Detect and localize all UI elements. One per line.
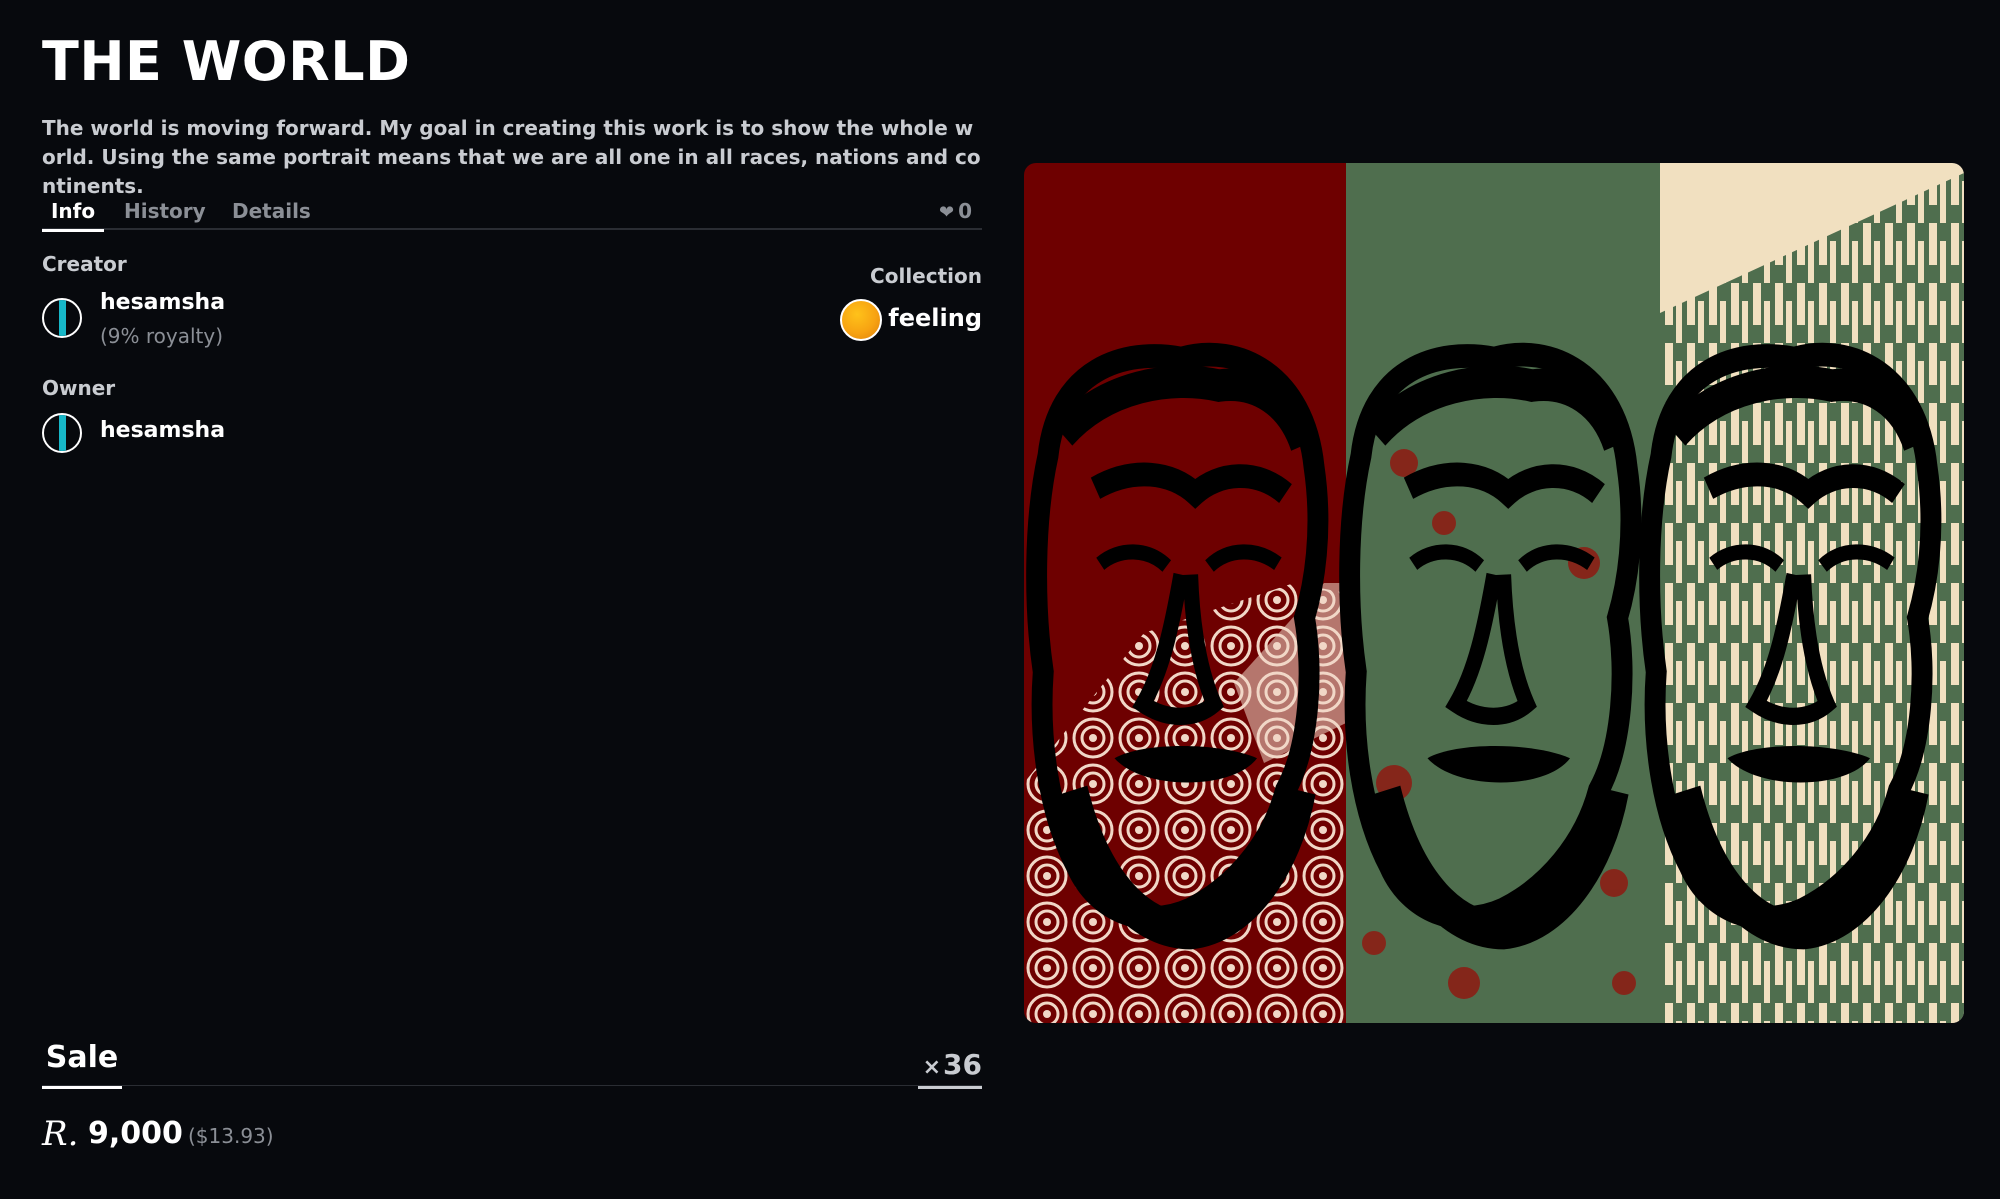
- tab-info[interactable]: Info: [42, 194, 104, 232]
- price-value: 9,000: [88, 1116, 183, 1151]
- collection-label: Collection: [870, 264, 982, 288]
- like-count: 0: [958, 199, 972, 223]
- heart-icon: ❤: [938, 202, 955, 223]
- like-button[interactable]: ❤ 0: [939, 194, 972, 230]
- tab-history[interactable]: History: [124, 194, 206, 228]
- collection-name[interactable]: feeling: [888, 304, 982, 332]
- description: The world is moving forward. My goal in …: [42, 116, 981, 198]
- creator-name[interactable]: hesamsha: [100, 290, 225, 315]
- creator-avatar[interactable]: [42, 298, 82, 338]
- artwork-image[interactable]: [1024, 163, 1964, 1023]
- multiply-icon: ×: [922, 1055, 942, 1080]
- quantity-value: 36: [943, 1048, 982, 1081]
- tab-sale[interactable]: Sale: [42, 1040, 122, 1089]
- sale-divider: [42, 1085, 982, 1086]
- rial-icon: R.: [42, 1114, 79, 1154]
- creator-label: Creator: [42, 252, 127, 276]
- tab-details[interactable]: Details: [232, 194, 311, 228]
- artwork-portraits: [1024, 163, 1964, 1023]
- tab-bar: Info History Details ❤ 0: [42, 194, 982, 232]
- owner-avatar[interactable]: [42, 413, 82, 453]
- quantity-badge: ×36: [918, 1048, 982, 1089]
- collection-avatar[interactable]: [840, 299, 882, 341]
- page-title: THE WORLD: [42, 30, 411, 93]
- owner-label: Owner: [42, 376, 116, 400]
- owner-name[interactable]: hesamsha: [100, 418, 225, 443]
- creator-royalty: (9% royalty): [100, 324, 224, 348]
- info-panel: THE WORLD The world is moving forward. M…: [42, 0, 982, 1199]
- price-usd: ($13.93): [188, 1124, 274, 1148]
